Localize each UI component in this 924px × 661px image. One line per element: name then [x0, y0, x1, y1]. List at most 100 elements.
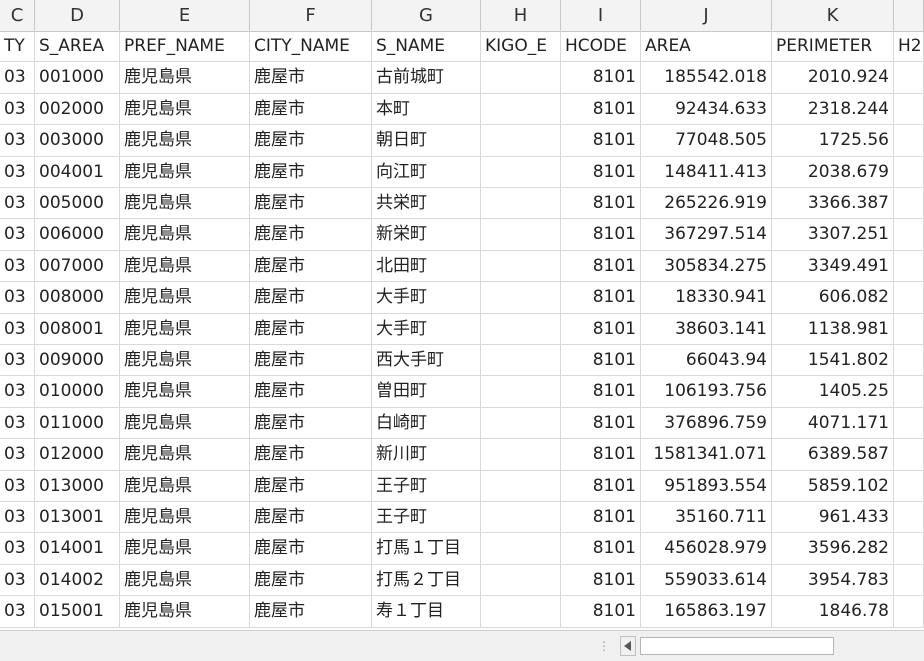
table-cell[interactable] — [481, 62, 561, 94]
table-cell[interactable]: 03 — [0, 533, 35, 565]
header-cell[interactable]: PERIMETER — [772, 31, 894, 63]
table-cell[interactable]: 6389.587 — [772, 439, 894, 471]
table-cell[interactable] — [894, 282, 924, 314]
table-cell[interactable]: 新川町 — [372, 439, 481, 471]
table-cell[interactable]: 003000 — [35, 125, 120, 157]
table-cell[interactable]: 1405.25 — [772, 376, 894, 408]
column-letter-i[interactable]: I — [561, 0, 641, 31]
table-cell[interactable]: 鹿屋市 — [250, 93, 372, 126]
table-cell[interactable]: 鹿屋市 — [250, 407, 372, 440]
table-cell[interactable]: 王子町 — [372, 470, 481, 502]
table-cell[interactable] — [481, 93, 561, 126]
table-cell[interactable]: 1846.78 — [772, 596, 894, 628]
header-cell[interactable]: H2 — [894, 31, 924, 63]
scroll-left-button[interactable] — [620, 636, 636, 656]
table-cell[interactable] — [894, 93, 924, 126]
table-cell[interactable]: 03 — [0, 439, 35, 471]
table-cell[interactable]: 03 — [0, 282, 35, 314]
table-cell[interactable]: 8101 — [561, 407, 641, 440]
table-cell[interactable]: 8101 — [561, 282, 641, 314]
table-cell[interactable]: 鹿児島県 — [120, 564, 250, 597]
table-cell[interactable]: 8101 — [561, 156, 641, 188]
header-cell[interactable]: S_NAME — [372, 31, 481, 63]
table-cell[interactable]: 鹿児島県 — [120, 93, 250, 126]
table-cell[interactable]: 鹿屋市 — [250, 439, 372, 471]
table-cell[interactable] — [481, 219, 561, 251]
table-cell[interactable]: 4071.171 — [772, 407, 894, 440]
column-letter-j[interactable]: J — [641, 0, 772, 31]
table-cell[interactable]: 03 — [0, 188, 35, 220]
table-cell[interactable] — [894, 156, 924, 188]
table-cell[interactable]: 8101 — [561, 125, 641, 157]
header-cell[interactable]: CITY_NAME — [250, 31, 372, 63]
table-cell[interactable] — [894, 502, 924, 534]
table-cell[interactable]: 鹿屋市 — [250, 125, 372, 157]
table-cell[interactable]: 向江町 — [372, 156, 481, 188]
table-cell[interactable]: 鹿屋市 — [250, 313, 372, 345]
table-cell[interactable]: 打馬１丁目 — [372, 533, 481, 565]
table-cell[interactable]: 03 — [0, 345, 35, 377]
table-cell[interactable]: 鹿児島県 — [120, 250, 250, 283]
table-cell[interactable]: 8101 — [561, 502, 641, 534]
header-cell[interactable]: HCODE — [561, 31, 641, 63]
table-cell[interactable]: 鹿児島県 — [120, 188, 250, 220]
table-cell[interactable] — [481, 250, 561, 283]
table-cell[interactable]: 005000 — [35, 188, 120, 220]
table-cell[interactable]: 961.433 — [772, 502, 894, 534]
table-cell[interactable]: 鹿屋市 — [250, 219, 372, 251]
table-cell[interactable] — [481, 564, 561, 597]
table-cell[interactable]: 鹿屋市 — [250, 282, 372, 314]
table-cell[interactable] — [481, 439, 561, 471]
table-cell[interactable] — [894, 219, 924, 251]
table-cell[interactable]: 鹿屋市 — [250, 188, 372, 220]
table-cell[interactable]: 376896.759 — [641, 407, 772, 440]
table-cell[interactable] — [894, 533, 924, 565]
table-cell[interactable]: 008001 — [35, 313, 120, 345]
table-cell[interactable]: 古前城町 — [372, 62, 481, 94]
table-cell[interactable]: 鹿児島県 — [120, 313, 250, 345]
table-cell[interactable]: 106193.756 — [641, 376, 772, 408]
tab-splitter-icon[interactable]: ⋮ — [598, 639, 610, 653]
table-cell[interactable] — [894, 250, 924, 283]
table-cell[interactable] — [894, 62, 924, 94]
table-cell[interactable]: 鹿児島県 — [120, 533, 250, 565]
table-cell[interactable]: 寿１丁目 — [372, 596, 481, 628]
table-cell[interactable]: 1541.802 — [772, 345, 894, 377]
table-cell[interactable]: 3596.282 — [772, 533, 894, 565]
table-cell[interactable]: 鹿屋市 — [250, 596, 372, 628]
table-cell[interactable]: 001000 — [35, 62, 120, 94]
table-cell[interactable]: 265226.919 — [641, 188, 772, 220]
table-cell[interactable]: 35160.711 — [641, 502, 772, 534]
table-cell[interactable]: 3366.387 — [772, 188, 894, 220]
table-cell[interactable]: 8101 — [561, 313, 641, 345]
table-cell[interactable]: 77048.505 — [641, 125, 772, 157]
table-cell[interactable]: 鹿屋市 — [250, 502, 372, 534]
table-cell[interactable]: 03 — [0, 219, 35, 251]
table-cell[interactable]: 03 — [0, 313, 35, 345]
table-cell[interactable]: 白崎町 — [372, 407, 481, 440]
table-cell[interactable]: 大手町 — [372, 282, 481, 314]
table-cell[interactable]: 03 — [0, 93, 35, 126]
table-cell[interactable]: 1725.56 — [772, 125, 894, 157]
table-cell[interactable]: 2038.679 — [772, 156, 894, 188]
header-cell[interactable]: AREA — [641, 31, 772, 63]
table-cell[interactable]: 鹿児島県 — [120, 470, 250, 502]
table-cell[interactable]: 015001 — [35, 596, 120, 628]
table-cell[interactable] — [481, 156, 561, 188]
table-cell[interactable] — [481, 125, 561, 157]
table-cell[interactable]: 367297.514 — [641, 219, 772, 251]
table-cell[interactable]: 2010.924 — [772, 62, 894, 94]
header-cell[interactable]: TY — [0, 31, 35, 63]
table-cell[interactable]: 共栄町 — [372, 188, 481, 220]
table-cell[interactable] — [894, 125, 924, 157]
table-cell[interactable]: 2318.244 — [772, 93, 894, 126]
table-cell[interactable]: 3954.783 — [772, 564, 894, 597]
table-cell[interactable] — [481, 376, 561, 408]
table-cell[interactable]: 3307.251 — [772, 219, 894, 251]
table-cell[interactable]: 鹿児島県 — [120, 407, 250, 440]
table-cell[interactable] — [481, 407, 561, 440]
table-cell[interactable]: 007000 — [35, 250, 120, 283]
table-cell[interactable]: 8101 — [561, 470, 641, 502]
table-cell[interactable]: 鹿屋市 — [250, 533, 372, 565]
table-cell[interactable]: 456028.979 — [641, 533, 772, 565]
